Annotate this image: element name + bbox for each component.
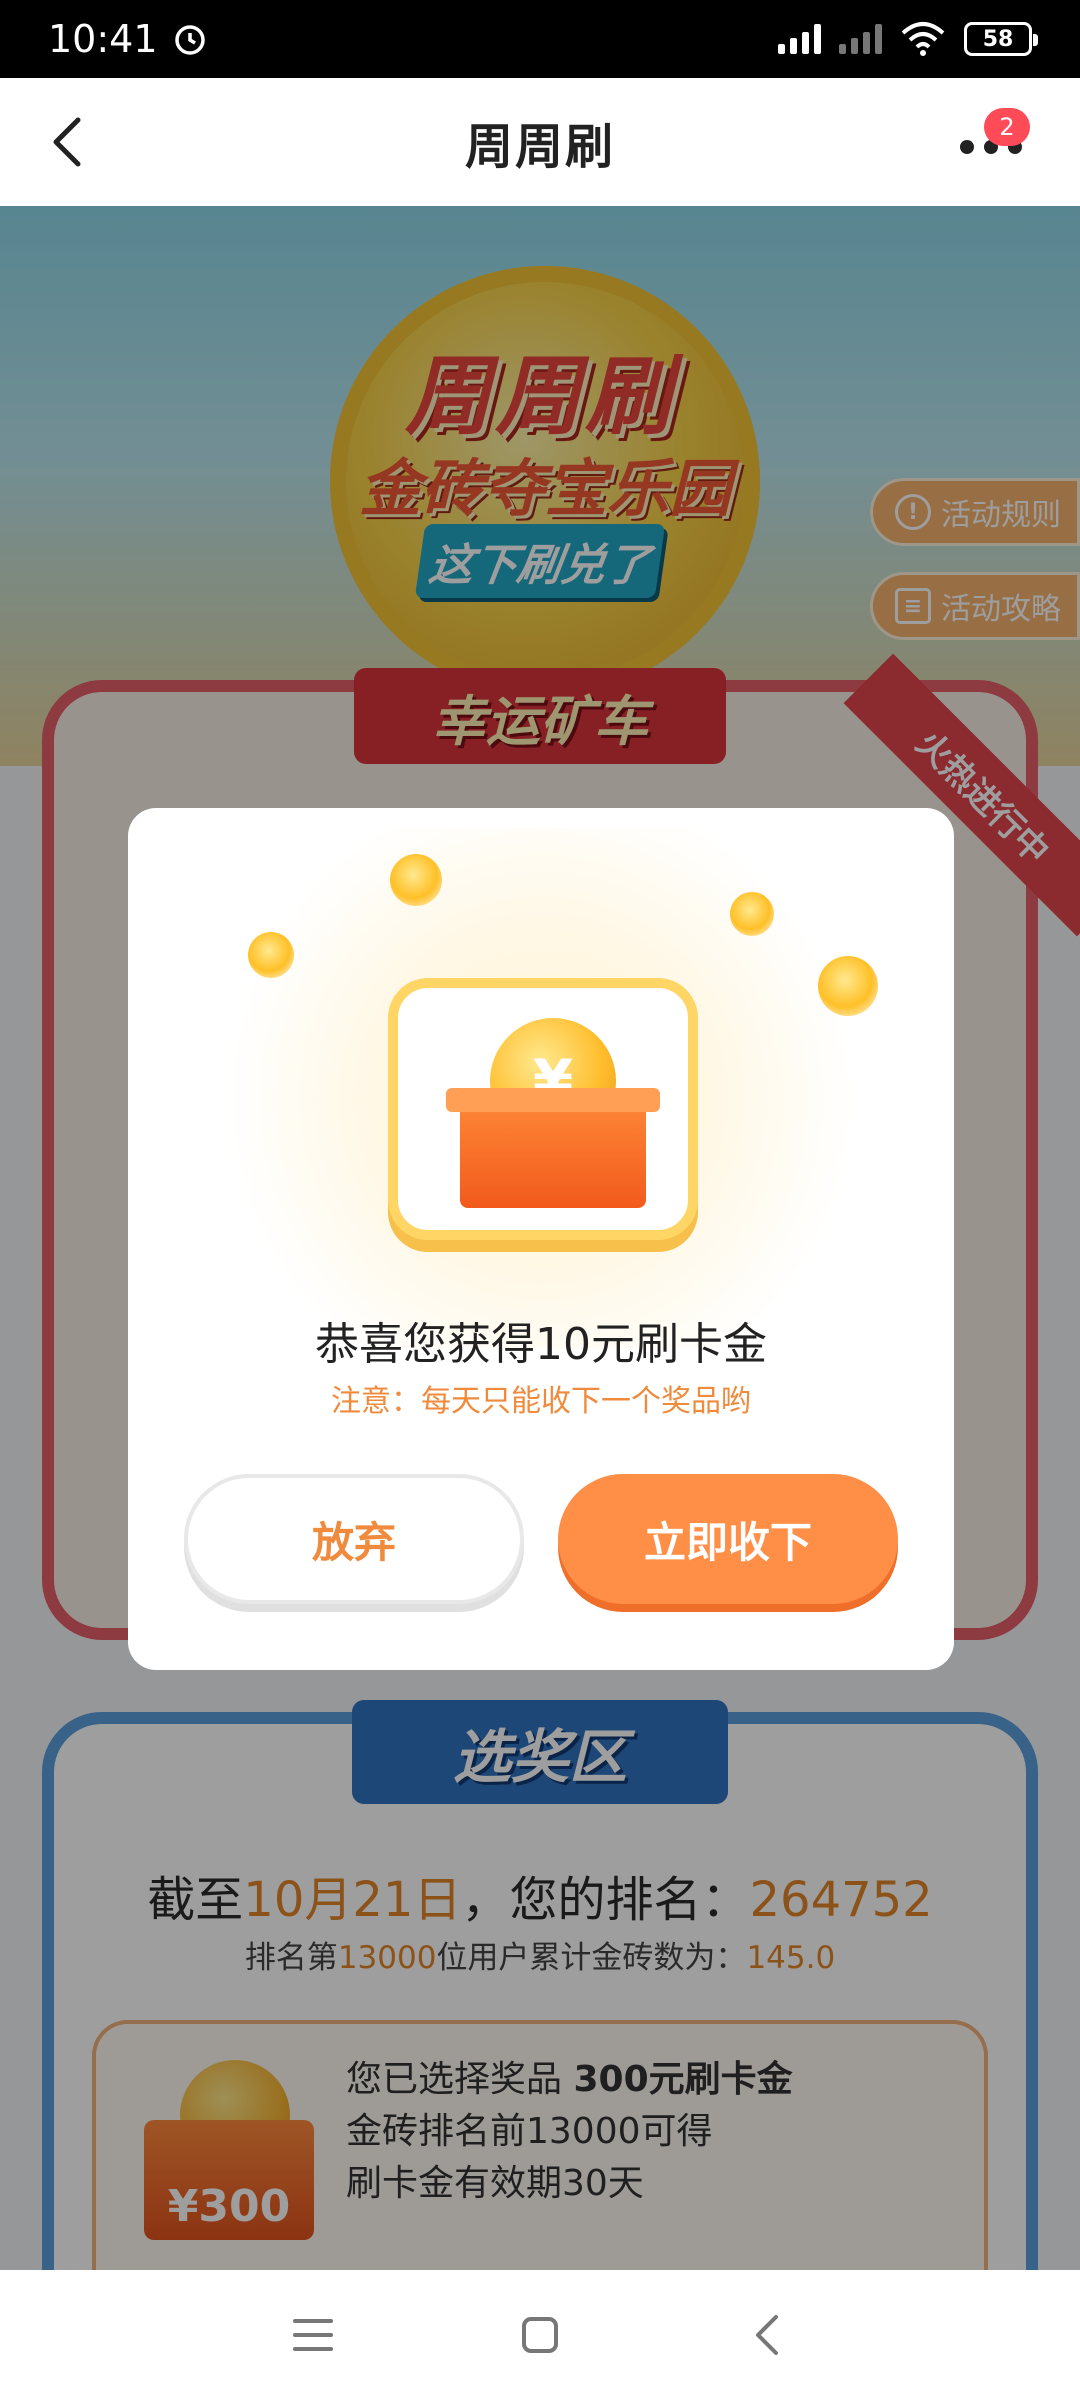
nav-bar: 周周刷 2 xyxy=(0,78,1080,206)
page-title: 周周刷 xyxy=(464,119,615,175)
give-up-button[interactable]: 放弃 xyxy=(184,1474,524,1604)
back-triangle-icon xyxy=(755,2315,778,2355)
coin-sparkle-icon xyxy=(730,892,774,936)
menu-icon xyxy=(293,2319,334,2351)
more-dots-icon xyxy=(960,140,974,154)
signal-icon xyxy=(778,24,821,54)
accept-button[interactable]: 立即收下 xyxy=(558,1474,898,1604)
battery-icon: 58 xyxy=(964,22,1038,56)
coin-sparkle-icon xyxy=(390,854,442,906)
wifi-icon xyxy=(901,22,945,56)
system-nav-bar xyxy=(0,2270,1080,2400)
battery-level: 58 xyxy=(982,26,1014,52)
more-button[interactable]: 2 xyxy=(960,108,1040,178)
home-square-icon xyxy=(521,2317,558,2353)
reward-title: 恭喜您获得10元刷卡金 xyxy=(315,1319,767,1370)
signal-2-icon xyxy=(839,24,882,54)
reward-dialog: ¥ 恭喜您获得10元刷卡金 注意：每天只能收下一个奖品哟 放弃 立即收下 xyxy=(128,808,954,1670)
status-bar: 10:41 58 xyxy=(0,0,1080,78)
system-back-button[interactable] xyxy=(737,2305,797,2365)
back-icon[interactable] xyxy=(44,116,94,168)
coin-sparkle-icon xyxy=(818,956,878,1016)
coin-sparkle-icon xyxy=(248,932,294,978)
home-button[interactable] xyxy=(510,2305,570,2365)
reward-image: ¥ xyxy=(388,978,698,1240)
alarm-icon xyxy=(174,25,205,55)
gift-box-icon xyxy=(446,1088,660,1208)
clock: 10:41 xyxy=(48,17,158,61)
notification-badge: 2 xyxy=(984,108,1030,146)
menu-button[interactable] xyxy=(283,2305,343,2365)
reward-note: 注意：每天只能收下一个奖品哟 xyxy=(331,1384,751,1419)
